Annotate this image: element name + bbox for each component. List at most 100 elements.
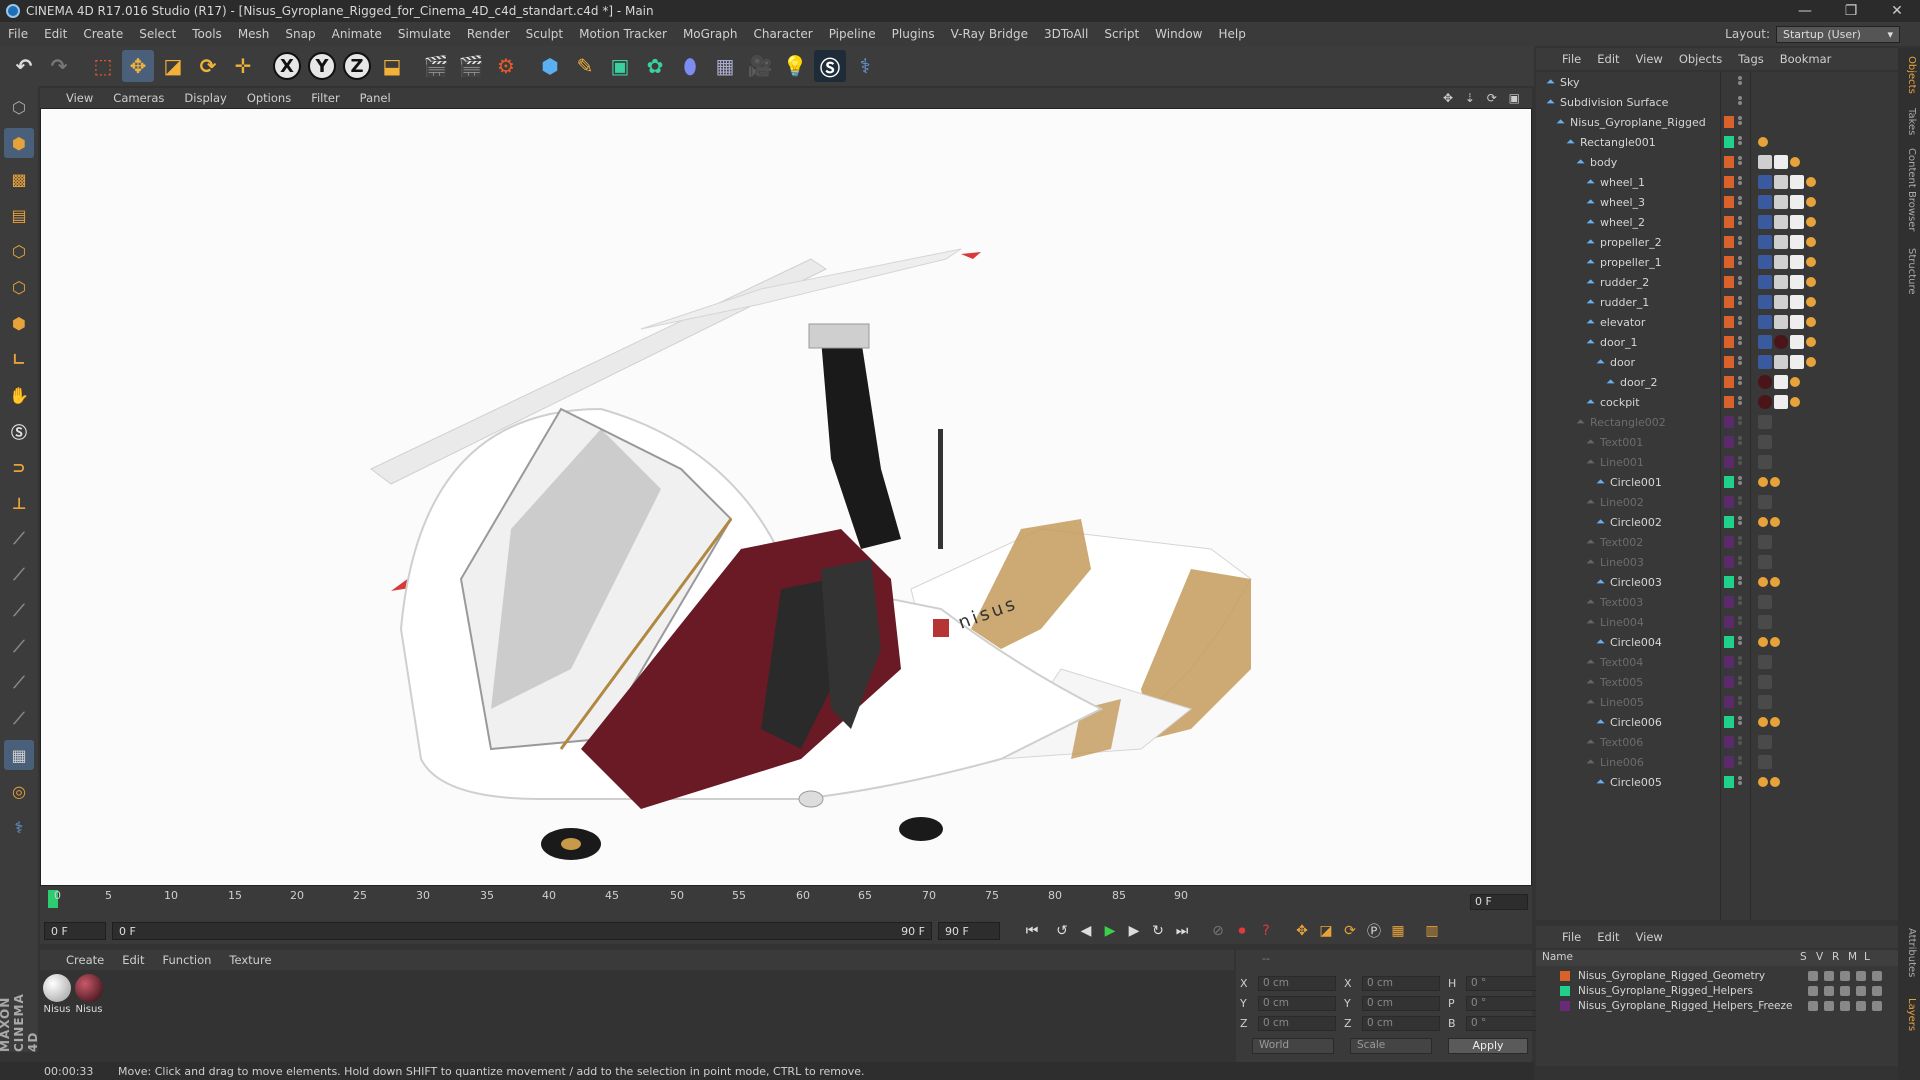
xp-tag-icon[interactable]	[1806, 337, 1816, 347]
om-menu-view[interactable]: View	[1636, 52, 1663, 66]
timeline[interactable]: 0 5 10 15 20 25 30 35 40 45 50 55 60 65 …	[40, 886, 1532, 918]
object-row[interactable]: ⏶ Circle005	[1536, 772, 1898, 792]
layer-color-swatch[interactable]	[1724, 756, 1734, 768]
xp-tag-icon[interactable]	[1806, 277, 1816, 287]
xp-tag-icon[interactable]	[1790, 377, 1800, 387]
layer-color-swatch[interactable]	[1724, 776, 1734, 788]
tex-tag-icon[interactable]	[1774, 255, 1788, 269]
render-view-icon[interactable]: 🎬	[420, 50, 452, 82]
object-tags[interactable]	[1758, 295, 1816, 309]
object-name[interactable]: Circle003	[1610, 576, 1662, 589]
rotation-b-field[interactable]: 0 °	[1466, 1016, 1544, 1031]
viewport-menu-panel[interactable]: Panel	[360, 91, 391, 105]
minimize-button[interactable]: —	[1782, 3, 1828, 19]
key-parameter-icon[interactable]: Ⓟ	[1362, 920, 1386, 942]
visibility-dots[interactable]	[1738, 635, 1744, 649]
menu-help[interactable]: Help	[1210, 27, 1253, 41]
visibility-dots[interactable]	[1738, 195, 1744, 209]
next-key-icon[interactable]: ↻	[1146, 920, 1170, 942]
xp-tag-icon[interactable]	[1806, 217, 1816, 227]
visibility-dots[interactable]	[1738, 295, 1744, 309]
object-row[interactable]: ⏶ propeller_1	[1536, 252, 1898, 272]
object-name[interactable]: wheel_2	[1600, 216, 1645, 229]
menu-tools[interactable]: Tools	[184, 27, 230, 41]
object-name[interactable]: Text002	[1600, 536, 1643, 549]
visibility-dots[interactable]	[1738, 395, 1744, 409]
chk-tag-icon[interactable]	[1790, 215, 1804, 229]
tex-tag-icon[interactable]	[1774, 175, 1788, 189]
menu-character[interactable]: Character	[745, 27, 820, 41]
xp-tag-icon[interactable]	[1806, 177, 1816, 187]
om-menu-objects[interactable]: Objects	[1679, 52, 1722, 66]
layer-color-swatch[interactable]	[1724, 256, 1734, 268]
om-menu-bookmarks[interactable]: Bookmar	[1780, 52, 1832, 66]
object-name[interactable]: Circle002	[1610, 516, 1662, 529]
layer-color[interactable]	[1560, 985, 1570, 996]
visibility-dots[interactable]	[1738, 515, 1744, 529]
object-name[interactable]: elevator	[1600, 316, 1645, 329]
object-name[interactable]: propeller_1	[1600, 256, 1662, 269]
uv-tag-icon[interactable]	[1758, 355, 1772, 369]
visibility-dots[interactable]	[1738, 375, 1744, 389]
material-swatch[interactable]: Nisus	[74, 974, 104, 1015]
visibility-dots[interactable]	[1738, 535, 1744, 549]
chk-tag-icon[interactable]	[1790, 355, 1804, 369]
tab-takes[interactable]: Takes	[1901, 108, 1917, 135]
visibility-dots[interactable]	[1738, 615, 1744, 629]
visibility-dots[interactable]	[1738, 775, 1744, 789]
sculpt-brush-icon[interactable]: ⟋	[4, 524, 34, 554]
edit-render-settings-icon[interactable]: ⚙	[490, 50, 522, 82]
xp-tag-icon[interactable]	[1770, 477, 1780, 487]
object-tags[interactable]	[1758, 315, 1816, 329]
floor-icon[interactable]: ▦	[709, 50, 741, 82]
autokey-icon[interactable]: ⊘	[1206, 920, 1230, 942]
dim-tag-icon[interactable]	[1758, 495, 1772, 509]
object-tags[interactable]	[1758, 577, 1780, 587]
object-name[interactable]: body	[1590, 156, 1617, 169]
coordinate-type-select[interactable]: Scale	[1350, 1038, 1432, 1054]
visibility-dots[interactable]	[1738, 595, 1744, 609]
object-name[interactable]: Text005	[1600, 676, 1643, 689]
chk-tag-icon[interactable]	[1790, 195, 1804, 209]
position-z-field[interactable]: 0 cm	[1258, 1016, 1336, 1031]
object-row[interactable]: ⏶ Text006	[1536, 732, 1898, 752]
visibility-dots[interactable]	[1738, 655, 1744, 669]
viewport-menu-view[interactable]: View	[66, 91, 93, 105]
layer-color-swatch[interactable]	[1724, 416, 1734, 428]
object-tags[interactable]	[1758, 637, 1780, 647]
close-button[interactable]: ✕	[1874, 3, 1920, 19]
size-y-field[interactable]: 0 cm	[1362, 996, 1440, 1011]
menu-animate[interactable]: Animate	[324, 27, 390, 41]
object-name[interactable]: rudder_1	[1600, 296, 1649, 309]
dim-tag-icon[interactable]	[1758, 755, 1772, 769]
object-row[interactable]: ⏶ Rectangle002	[1536, 412, 1898, 432]
layer-color-swatch[interactable]	[1724, 116, 1734, 128]
dim-tag-icon[interactable]	[1758, 675, 1772, 689]
xp-tag-icon[interactable]	[1806, 237, 1816, 247]
key-pla-icon[interactable]: ▦	[1386, 920, 1410, 942]
mat-tag-icon[interactable]	[1758, 375, 1772, 389]
axis-mode-icon[interactable]: ∟	[4, 344, 34, 374]
object-row[interactable]: ⏶ Text004	[1536, 652, 1898, 672]
record-icon[interactable]: ⏺	[1230, 920, 1254, 942]
previous-key-icon[interactable]: ↺	[1050, 920, 1074, 942]
layer-color-swatch[interactable]	[1724, 656, 1734, 668]
size-x-field[interactable]: 0 cm	[1362, 976, 1440, 991]
layer-color-swatch[interactable]	[1724, 196, 1734, 208]
object-tags[interactable]	[1758, 477, 1780, 487]
object-tags[interactable]	[1758, 435, 1772, 449]
layer-color-swatch[interactable]	[1724, 456, 1734, 468]
layer-toggles[interactable]	[1808, 985, 1882, 996]
object-tags[interactable]	[1758, 335, 1816, 349]
object-row[interactable]: ⏶ Line004	[1536, 612, 1898, 632]
chk-tag-icon[interactable]	[1790, 335, 1804, 349]
object-name[interactable]: Circle001	[1610, 476, 1662, 489]
object-row[interactable]: ⏶ door	[1536, 352, 1898, 372]
add-icon[interactable]: ✛	[227, 50, 259, 82]
visibility-dots[interactable]	[1738, 215, 1744, 229]
layer-color[interactable]	[1560, 970, 1570, 981]
xp-tag-icon[interactable]	[1790, 157, 1800, 167]
position-x-field[interactable]: 0 cm	[1258, 976, 1336, 991]
object-name[interactable]: Line005	[1600, 696, 1644, 709]
visibility-dots[interactable]	[1738, 235, 1744, 249]
